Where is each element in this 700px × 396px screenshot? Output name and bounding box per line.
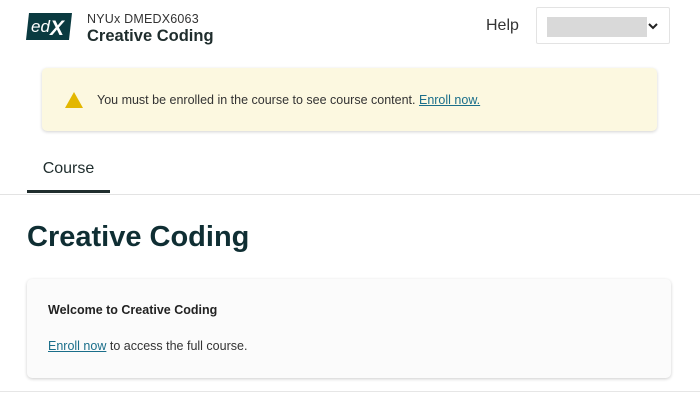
svg-text:ed: ed: [31, 17, 50, 36]
page-title: Creative Coding: [27, 221, 250, 253]
user-menu-dropdown[interactable]: [536, 7, 670, 44]
alert-enroll-link[interactable]: Enroll now.: [419, 93, 480, 107]
site-header: ed X NYUx DMEDX6063 Creative Coding Help: [0, 0, 700, 60]
alert-message-text: You must be enrolled in the course to se…: [97, 93, 416, 107]
chevron-down-icon: [648, 23, 658, 30]
card-suffix-text: to access the full course.: [109, 339, 248, 353]
footer-divider: [0, 391, 700, 392]
course-org-number: NYUx DMEDX6063: [87, 12, 199, 26]
welcome-heading: Welcome to Creative Coding: [48, 303, 218, 317]
course-title-header: Creative Coding: [87, 27, 214, 45]
enrollment-alert: You must be enrolled in the course to se…: [42, 68, 657, 131]
edx-logo[interactable]: ed X: [26, 13, 72, 40]
help-link[interactable]: Help: [486, 17, 519, 35]
tab-course[interactable]: Course: [27, 148, 110, 193]
course-tabs: Course: [0, 148, 700, 195]
welcome-text: Enroll now to access the full course.: [48, 339, 247, 353]
warning-icon: [65, 92, 83, 108]
svg-text:X: X: [49, 17, 66, 40]
username-redacted: [547, 17, 647, 37]
alert-message: You must be enrolled in the course to se…: [97, 93, 480, 107]
welcome-card: Welcome to Creative Coding Enroll now to…: [27, 279, 671, 378]
card-enroll-link[interactable]: Enroll now: [48, 339, 106, 353]
